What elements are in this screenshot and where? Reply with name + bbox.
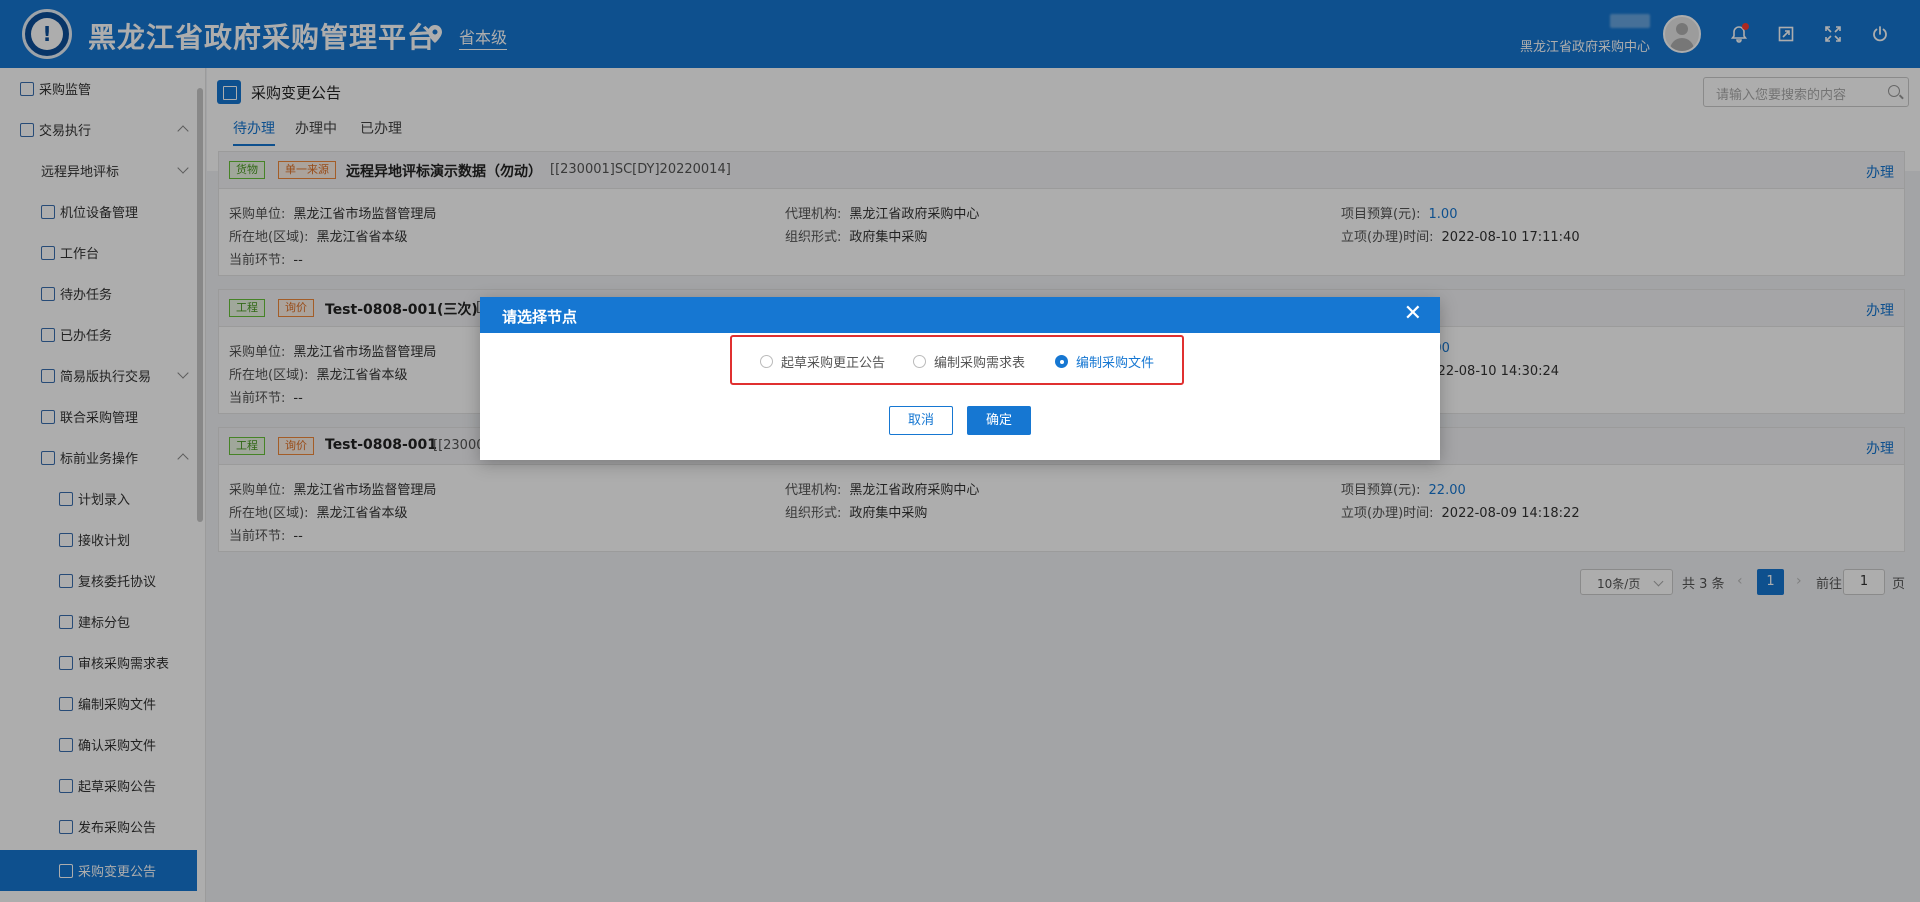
radio-checked-icon — [1055, 355, 1068, 368]
radio-circle-icon — [913, 355, 926, 368]
confirm-button[interactable]: 确定 — [967, 406, 1031, 435]
dialog-title: 请选择节点 — [502, 308, 578, 326]
radio-compile-demand-table[interactable]: 编制采购需求表 — [913, 352, 1025, 371]
select-node-dialog: 请选择节点 ✕ 起草采购更正公告 编制采购需求表 编制采购文件 取消 确定 — [480, 297, 1440, 460]
cancel-button[interactable]: 取消 — [889, 406, 953, 435]
radio-compile-purchase-doc[interactable]: 编制采购文件 — [1055, 352, 1154, 371]
radio-draft-correction-notice[interactable]: 起草采购更正公告 — [760, 352, 885, 371]
dialog-header: 请选择节点 ✕ — [480, 297, 1440, 333]
node-options-highlight: 起草采购更正公告 编制采购需求表 编制采购文件 — [730, 335, 1184, 385]
radio-circle-icon — [760, 355, 773, 368]
close-icon[interactable]: ✕ — [1404, 303, 1422, 325]
